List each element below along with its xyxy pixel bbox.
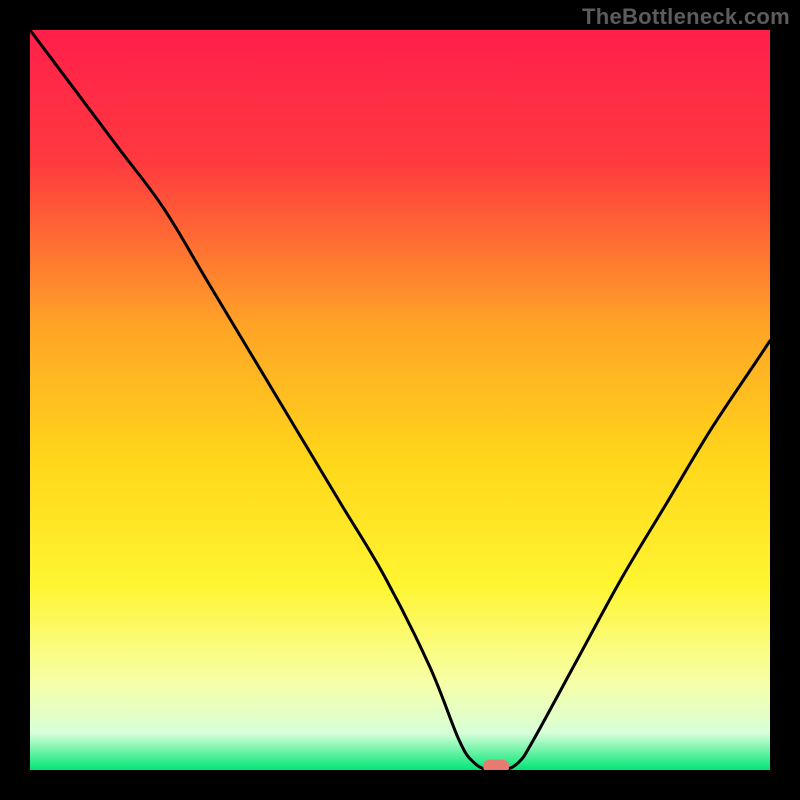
- bottleneck-chart: [30, 30, 770, 770]
- watermark-label: TheBottleneck.com: [582, 4, 790, 30]
- minimum-marker: [483, 760, 509, 770]
- chart-background: [30, 30, 770, 770]
- plot-area: [30, 30, 770, 770]
- chart-frame: TheBottleneck.com: [0, 0, 800, 800]
